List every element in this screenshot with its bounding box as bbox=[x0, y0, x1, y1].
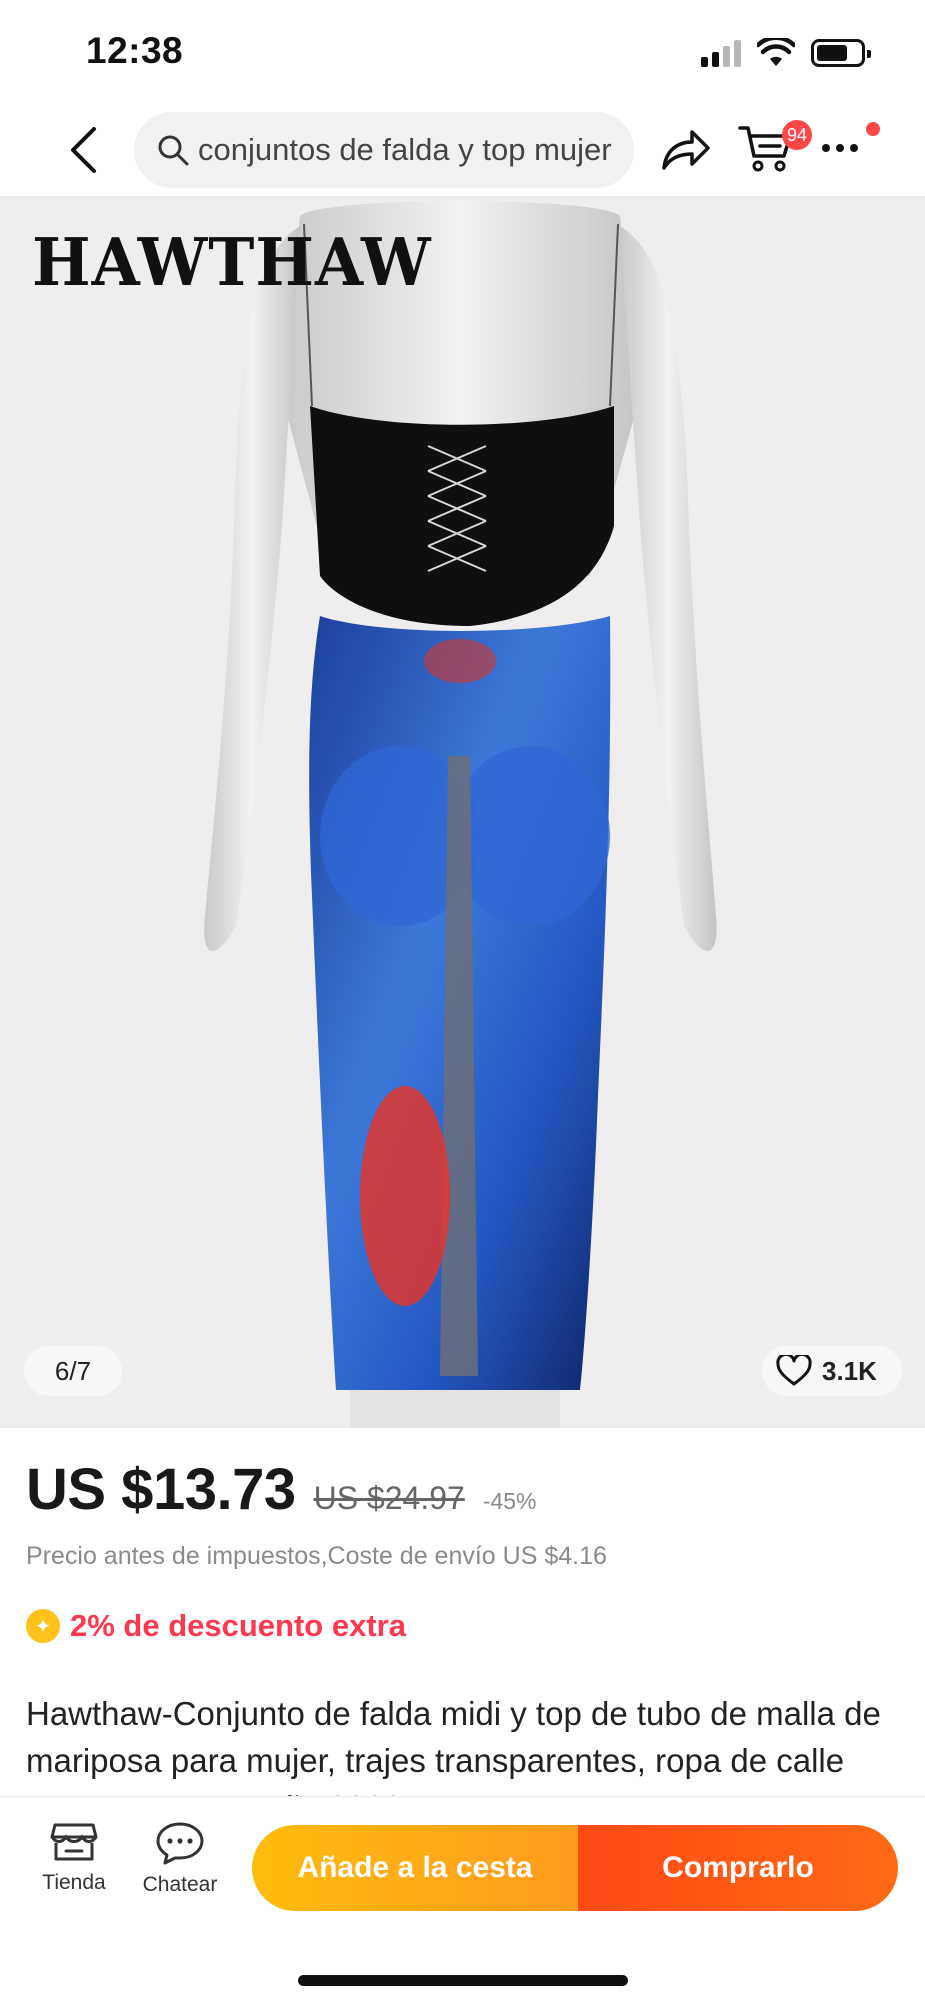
price-row: US $13.73 US $24.97 -45% bbox=[26, 1456, 537, 1523]
brand-logo: HAWTHAW bbox=[32, 224, 432, 301]
status-time: 12:38 bbox=[86, 30, 184, 71]
search-query: conjuntos de falda y top mujer bbox=[198, 132, 612, 167]
tax-shipping-note: Precio antes de impuestos,Coste de envío… bbox=[26, 1542, 607, 1570]
chat-label: Chatear bbox=[142, 1873, 218, 1896]
image-counter: 6/7 bbox=[24, 1346, 122, 1396]
status-bar: 12:38 bbox=[0, 0, 925, 104]
product-image bbox=[204, 201, 717, 1428]
wishlist-count: 3.1K bbox=[822, 1355, 877, 1386]
share-icon[interactable] bbox=[660, 126, 712, 174]
wifi-icon bbox=[757, 38, 795, 66]
search-icon bbox=[158, 135, 189, 166]
add-to-cart-button[interactable]: Añade a la cesta bbox=[252, 1825, 578, 1911]
home-indicator[interactable] bbox=[298, 1975, 628, 1986]
chat-icon bbox=[156, 1822, 204, 1865]
extra-discount[interactable]: ✦ 2% de descuento extra bbox=[26, 1608, 406, 1644]
notification-dot bbox=[866, 122, 880, 136]
discount-percent: -45% bbox=[482, 1488, 537, 1514]
product-image-gallery[interactable]: HAWTHAW 6/7 3.1K bbox=[0, 196, 925, 1428]
store-label: Tienda bbox=[42, 1871, 106, 1894]
back-icon[interactable] bbox=[58, 122, 108, 178]
heart-icon bbox=[776, 1355, 812, 1386]
cellular-signal-icon bbox=[701, 39, 741, 67]
chat-button[interactable]: Chatear bbox=[132, 1821, 228, 1897]
status-icons bbox=[701, 36, 871, 70]
cart-count-badge: 94 bbox=[782, 120, 812, 150]
more-icon[interactable] bbox=[822, 136, 870, 160]
sparkle-icon: ✦ bbox=[26, 1609, 60, 1643]
buy-now-button[interactable]: Comprarlo bbox=[578, 1825, 898, 1911]
battery-icon bbox=[811, 39, 871, 67]
nav-bar: conjuntos de falda y top mujer 94 bbox=[0, 104, 925, 196]
store-icon bbox=[50, 1823, 98, 1861]
original-price: US $24.97 bbox=[313, 1480, 465, 1516]
product-title[interactable]: Hawthaw-Conjunto de falda midi y top de … bbox=[26, 1690, 896, 1800]
wishlist-button[interactable]: 3.1K bbox=[762, 1346, 902, 1396]
bottom-action-bar: Tienda Chatear Añade a la cesta Comprarl… bbox=[0, 1796, 925, 2000]
extra-discount-label: 2% de descuento extra bbox=[70, 1608, 406, 1643]
current-price: US $13.73 bbox=[26, 1457, 296, 1522]
search-input[interactable]: conjuntos de falda y top mujer bbox=[134, 112, 634, 188]
store-button[interactable]: Tienda bbox=[26, 1821, 122, 1895]
